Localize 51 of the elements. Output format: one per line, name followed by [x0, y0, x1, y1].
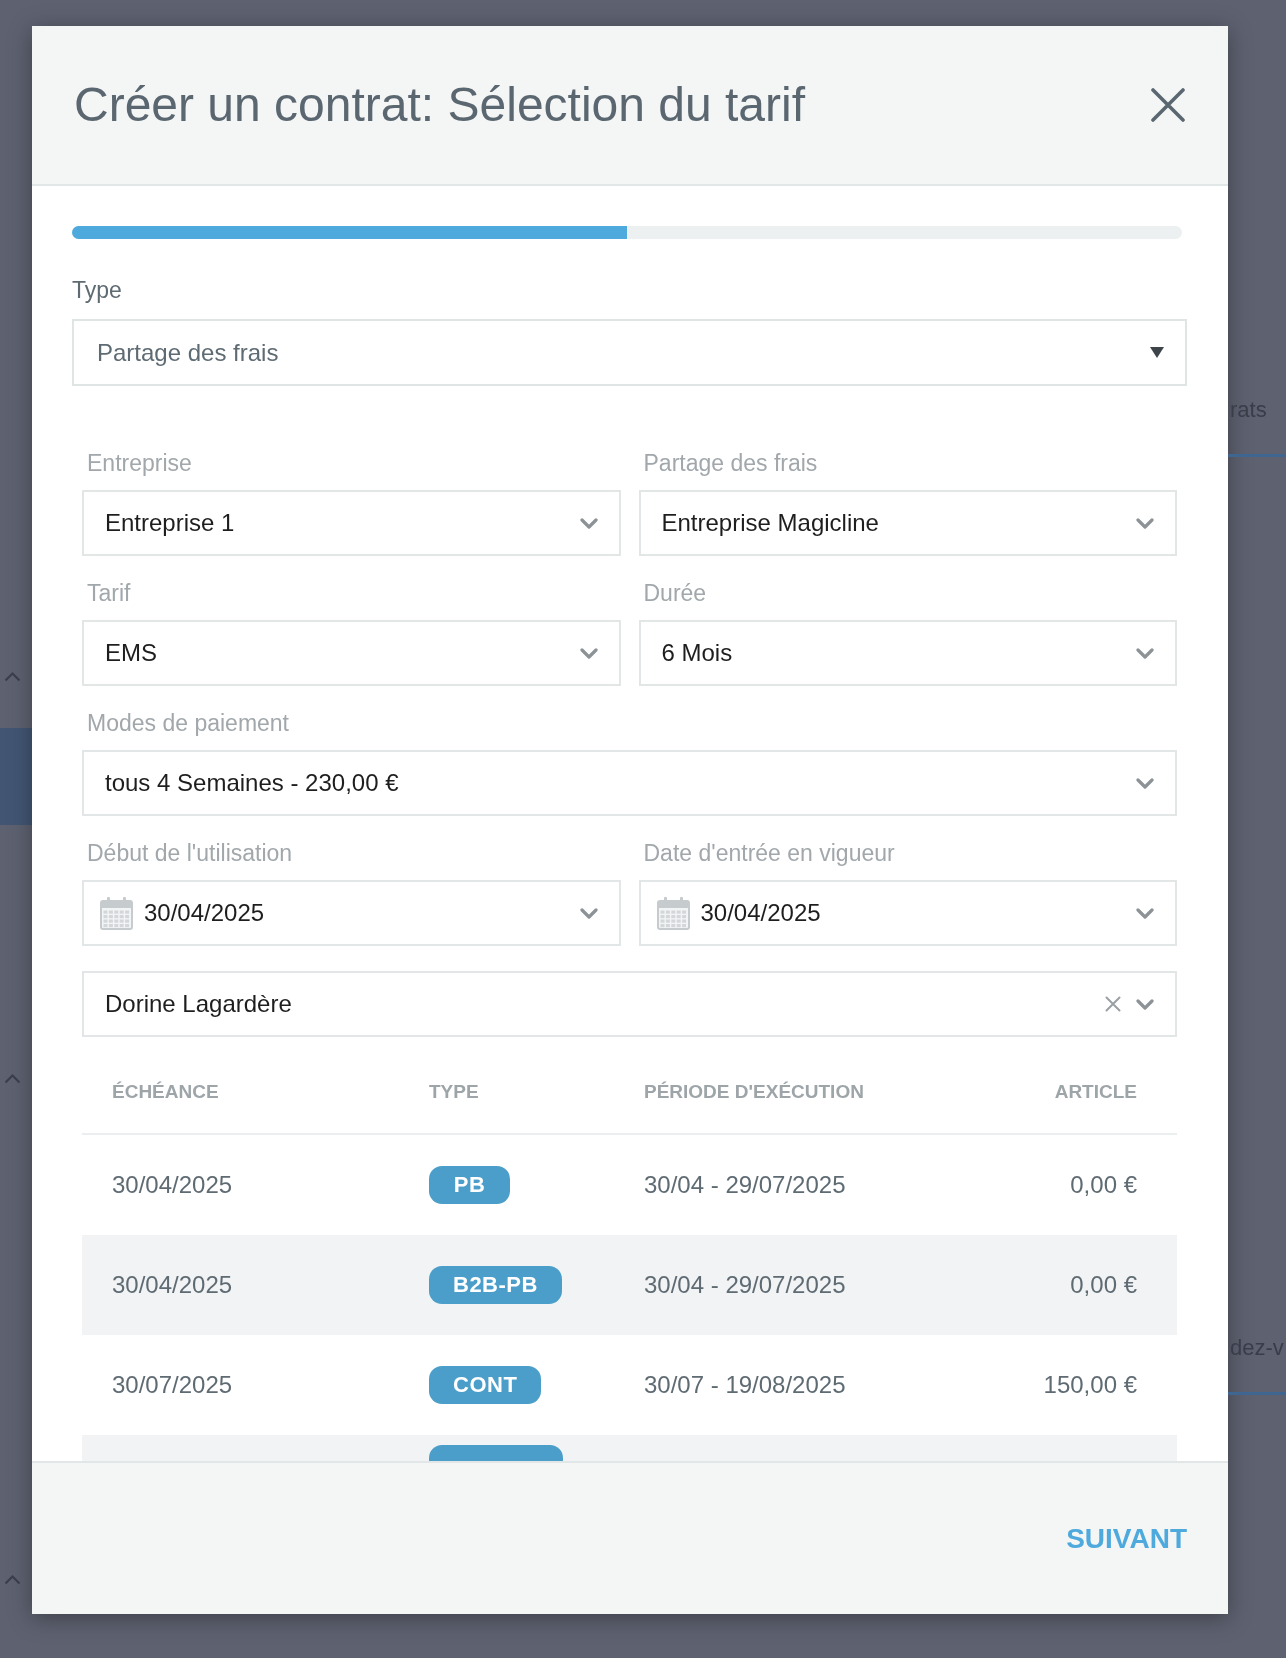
chevron-down-icon	[579, 647, 598, 659]
type-badge: B2B-PB	[429, 1266, 562, 1304]
type-badge: CONT	[429, 1366, 542, 1404]
field-label: Début de l'utilisation	[86, 839, 293, 868]
chevron-down-icon	[1136, 647, 1154, 659]
chevron-down-icon	[1136, 907, 1154, 919]
chevron-up-icon	[4, 1074, 21, 1084]
dialog-title: Créer un contrat: Sélection du tarif	[74, 77, 806, 133]
table-cell: 30/04/2025	[112, 1270, 233, 1300]
column-header: TYPE	[429, 1080, 479, 1104]
chevron-down-icon	[1136, 998, 1154, 1010]
column-header: PÉRIODE D'EXÉCUTION	[644, 1080, 864, 1104]
field-label: Modes de paiement	[86, 709, 289, 738]
select-field[interactable]: EMS	[82, 620, 621, 686]
calendar-icon	[100, 896, 133, 930]
table-cell: 30/07/2025	[112, 1370, 233, 1400]
chevron-up-icon	[4, 1575, 21, 1585]
field-label: Date d'entrée en vigueur	[642, 839, 895, 868]
field-label: Durée	[642, 579, 707, 608]
field-label: Type	[72, 276, 122, 305]
date-field[interactable]: 30/04/2025	[638, 880, 1177, 946]
table-cell: 0,00 €	[1070, 1270, 1137, 1300]
chevron-up-icon	[4, 672, 21, 682]
chevron-down-icon	[579, 907, 598, 919]
close-button[interactable]	[1151, 88, 1185, 122]
chevron-down-icon	[1136, 517, 1154, 529]
select-field[interactable]: tous 4 Semaines - 230,00 €	[82, 750, 1177, 816]
chevron-down-icon	[1136, 777, 1154, 789]
column-header: ARTICLE	[1054, 1080, 1137, 1104]
select-field[interactable]: Entreprise Magicline	[638, 490, 1177, 556]
calendar-icon	[656, 896, 690, 930]
table-cell: 0,00 €	[1070, 1170, 1137, 1200]
select-field[interactable]: Dorine Lagardère	[82, 971, 1177, 1037]
field-label: Partage des frais	[642, 449, 818, 478]
table-cell: 30/04 - 29/07/2025	[644, 1270, 846, 1300]
clear-icon[interactable]	[1105, 996, 1121, 1012]
column-header: ÉCHÉANCE	[112, 1080, 219, 1104]
select-field[interactable]: Entreprise 1	[82, 490, 621, 556]
caret-down-icon	[1150, 347, 1164, 358]
table-cell: 150,00 €	[1043, 1370, 1137, 1400]
select-field[interactable]: 6 Mois	[638, 620, 1177, 686]
close-icon	[1151, 88, 1185, 122]
field-label: Entreprise	[86, 449, 192, 478]
table-cell: 30/07 - 19/08/2025	[644, 1370, 846, 1400]
table-cell: 30/04/2025	[112, 1170, 233, 1200]
date-field[interactable]: 30/04/2025	[82, 880, 621, 946]
chevron-down-icon	[579, 517, 598, 529]
table-cell: 30/04 - 29/07/2025	[644, 1170, 846, 1200]
type-badge: PB	[429, 1166, 510, 1204]
field-label: Tarif	[86, 579, 131, 608]
select-field[interactable]: Partage des frais	[72, 319, 1187, 386]
